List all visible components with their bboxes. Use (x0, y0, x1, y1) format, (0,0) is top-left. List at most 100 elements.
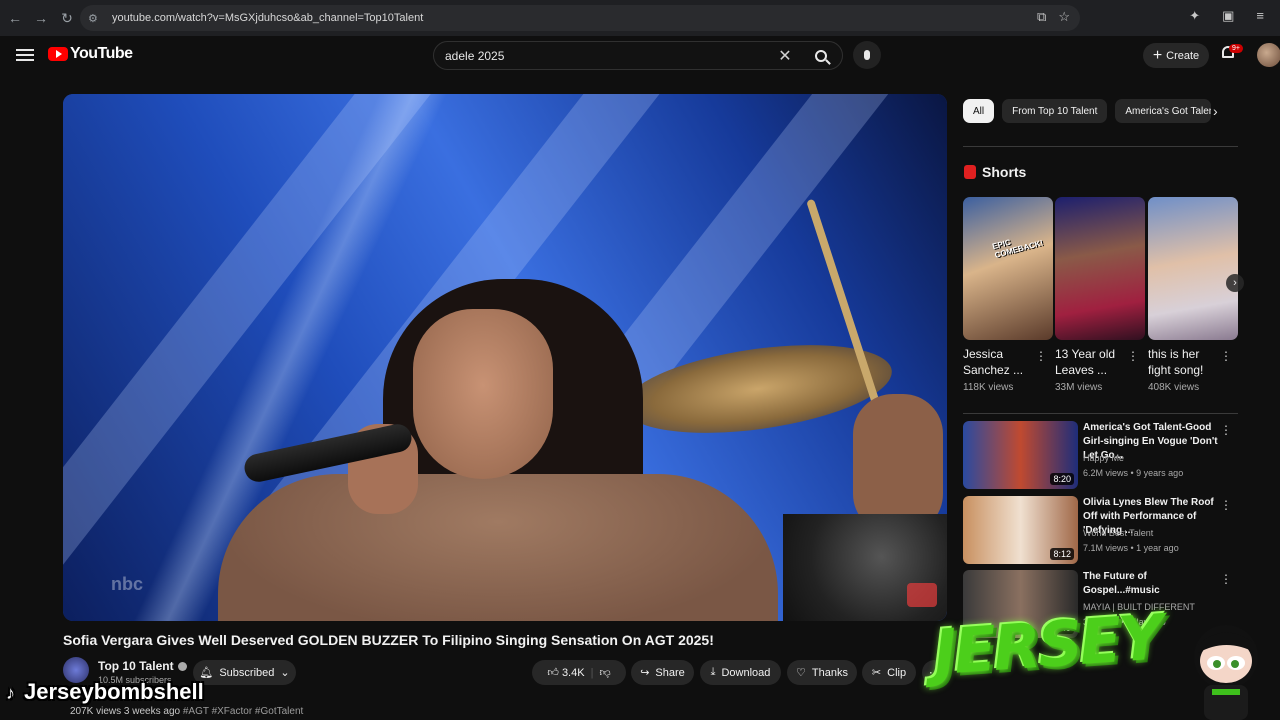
chip-all[interactable]: All (963, 99, 995, 123)
clip-label: Clip (887, 666, 907, 679)
subscribed-label: Subscribed (219, 666, 275, 679)
voice-search-button[interactable] (853, 41, 881, 69)
thanks-label: Thanks (811, 666, 848, 679)
tiktok-icon: ♪ (6, 683, 15, 703)
clear-search-icon[interactable]: ✕ (772, 46, 798, 66)
short-title: this is her fight song! (1148, 347, 1204, 377)
recommended-video[interactable]: 8:12 Olivia Lynes Blew The Roof Off with… (963, 496, 1238, 566)
short-thumbnail[interactable]: EPIC COMEBACK! (963, 197, 1053, 340)
create-button[interactable]: + Create (1143, 43, 1209, 68)
short-card[interactable]: EPIC COMEBACK! Jessica Sanchez ... 118K … (963, 197, 1053, 393)
hamburger-menu-icon[interactable] (16, 46, 34, 64)
video-player[interactable]: nbc (63, 94, 947, 621)
download-button[interactable]: ⤓ Download (700, 660, 781, 685)
filter-chips: All From Top 10 Talent America's Got Tal… (963, 99, 1212, 123)
verified-icon (177, 662, 187, 672)
short-overlay-text: EPIC COMEBACK! (991, 237, 1045, 260)
short-views: 118K views (963, 382, 1014, 393)
notification-badge: 9+ (1229, 44, 1243, 53)
chevron-right-icon[interactable]: › (1213, 103, 1218, 119)
sidepanel-icon[interactable]: ▣ (1222, 8, 1234, 24)
more-vertical-icon[interactable]: ⋮ (1220, 349, 1232, 363)
video-frame: nbc (63, 94, 947, 621)
youtube-logo[interactable]: YouTube (48, 45, 133, 63)
recommended-video[interactable]: 8:20 America's Got Talent-Good Girl-sing… (963, 421, 1238, 491)
browser-menu-icon[interactable]: ≡ (1256, 8, 1264, 24)
video-thumbnail[interactable]: 8:20 (963, 421, 1078, 489)
channel-name[interactable]: Top 10 Talent (98, 659, 187, 673)
search-icon (814, 49, 827, 62)
shorts-icon (964, 165, 976, 179)
short-thumbnail[interactable] (1055, 197, 1145, 340)
video-meta: 7.1M views • 1 year ago (1083, 543, 1179, 553)
divider (963, 146, 1238, 147)
like-count: 3.4K (561, 667, 585, 679)
channel-name-text: Top 10 Talent (98, 659, 174, 673)
thanks-button[interactable]: ♡ Thanks (787, 660, 857, 685)
like-button[interactable]: 👍︎ 3.4K (547, 666, 584, 679)
search-button[interactable] (798, 42, 842, 69)
search-box[interactable]: adele 2025 ✕ (433, 41, 843, 70)
youtube-play-icon (48, 47, 68, 61)
account-avatar[interactable] (1257, 43, 1280, 67)
address-bar[interactable]: ⚙ youtube.com/watch?v=MsGXjduhcso&ab_cha… (80, 5, 1080, 31)
browser-extensions: ✦ ▣ ≡ (1189, 8, 1264, 24)
more-vertical-icon[interactable]: ⋮ (1127, 349, 1139, 363)
browser-toolbar: ← → ↻ ⚙ youtube.com/watch?v=MsGXjduhcso&… (0, 0, 1280, 36)
reload-icon[interactable]: ↻ (56, 7, 78, 29)
short-card[interactable]: 13 Year old Leaves ... 33M views ⋮ (1055, 197, 1145, 393)
video-duration: 8:20 (1050, 473, 1074, 485)
chip-agt[interactable]: America's Got Talent (1115, 99, 1212, 123)
bookmark-star-icon[interactable]: ☆ (1058, 9, 1070, 25)
address-bar-actions: ⧉ ☆ (1037, 9, 1070, 25)
search-input[interactable]: adele 2025 (445, 49, 772, 63)
extensions-icon[interactable]: ✦ (1189, 8, 1200, 24)
tiktok-watermark: ♪ Jerseybombshell (0, 676, 210, 708)
site-info-icon[interactable]: ⚙ (88, 12, 106, 25)
nbc-watermark: nbc (111, 574, 144, 594)
video-thumbnail[interactable]: 8:12 (963, 496, 1078, 564)
url-text: youtube.com/watch?v=MsGXjduhcso&ab_chann… (112, 12, 424, 24)
shorts-title: Shorts (982, 164, 1027, 180)
back-icon[interactable]: ← (4, 7, 26, 29)
short-views: 408K views (1148, 382, 1200, 393)
clip-button[interactable]: ✂ Clip (862, 660, 916, 685)
thanks-icon: ♡ (796, 667, 806, 679)
chip-from-channel[interactable]: From Top 10 Talent (1002, 99, 1108, 123)
forward-icon[interactable]: → (30, 7, 52, 29)
more-vertical-icon[interactable]: ⋮ (1220, 423, 1232, 437)
plus-icon: + (1152, 46, 1163, 64)
dislike-button[interactable]: 👎︎ (599, 666, 610, 679)
download-label: Download (721, 666, 771, 679)
youtube-header: YouTube adele 2025 ✕ + Create 9+ (0, 36, 1280, 76)
shorts-heading: Shorts (964, 164, 1026, 180)
more-vertical-icon[interactable]: ⋮ (1035, 349, 1047, 363)
more-vertical-icon[interactable]: ⋮ (1220, 572, 1232, 586)
chevron-right-icon[interactable]: › (1226, 274, 1244, 292)
short-title: Jessica Sanchez ... (963, 347, 1024, 377)
agt-logo (907, 583, 937, 607)
jersey-logo: JERSEY (931, 600, 1163, 690)
short-title: 13 Year old Leaves ... (1055, 347, 1116, 377)
video-title: Sofia Vergara Gives Well Deserved GOLDEN… (63, 632, 714, 648)
scissors-icon: ✂ (871, 667, 882, 679)
like-dislike-group: 👍︎ 3.4K | 👎︎ (532, 660, 626, 685)
share-button[interactable]: ↪ Share (631, 660, 694, 685)
short-views: 33M views (1055, 382, 1103, 393)
create-label: Create (1166, 49, 1200, 62)
short-thumbnail[interactable] (1148, 197, 1238, 340)
cartoon-character-sticker (1194, 625, 1258, 720)
video-meta: 6.2M views • 9 years ago (1083, 468, 1184, 478)
microphone-icon (864, 50, 870, 60)
download-icon: ⤓ (710, 666, 716, 678)
more-vertical-icon[interactable]: ⋮ (1220, 498, 1232, 512)
install-icon[interactable]: ⧉ (1037, 9, 1046, 25)
short-card[interactable]: this is her fight song! 408K views ⋮ (1148, 197, 1238, 393)
share-label: Share (655, 666, 685, 679)
tiktok-handle: Jerseybombshell (24, 679, 204, 704)
share-icon: ↪ (640, 667, 650, 679)
video-title: The Future of Gospel...#music (1083, 571, 1160, 596)
channel-name: World Best Talent (1083, 528, 1154, 538)
chevron-down-icon: ⌄ (280, 667, 290, 679)
channel-name: Happy Me (1083, 453, 1125, 463)
